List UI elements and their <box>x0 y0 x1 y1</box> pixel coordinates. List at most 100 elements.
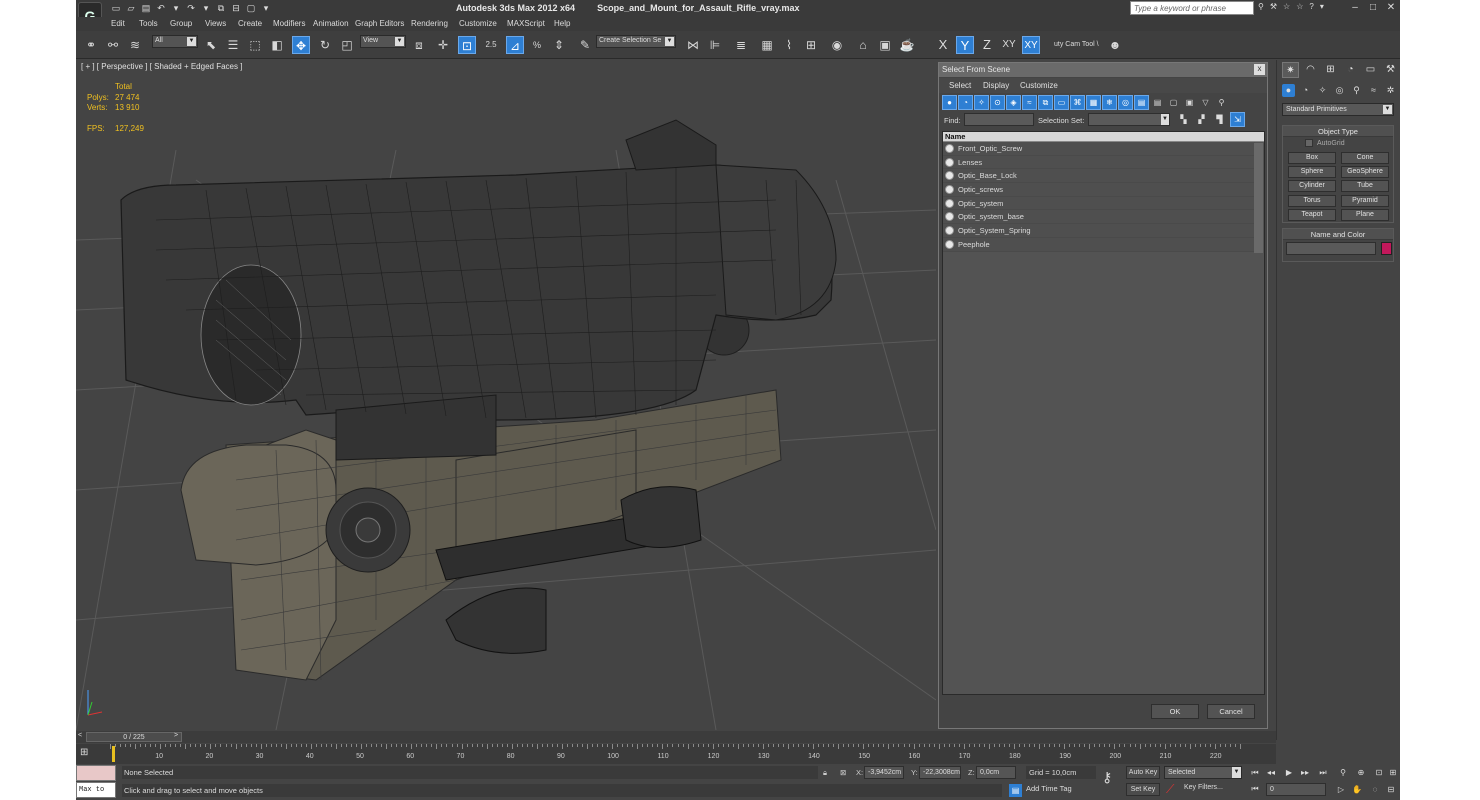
sphere-button[interactable]: Sphere <box>1288 166 1336 178</box>
set-keys-mode-icon[interactable]: ⚷ <box>1102 769 1112 786</box>
maxscript-listener-input[interactable] <box>76 765 116 781</box>
teapot-button[interactable]: Teapot <box>1288 209 1336 221</box>
current-frame-field[interactable]: 0 <box>1266 783 1326 796</box>
hierarchy-tab-icon[interactable]: ⊞ <box>1322 62 1339 78</box>
x-coordinate-field[interactable]: -3,9452cm <box>864 766 904 779</box>
mini-curve-editor-icon[interactable]: ⊞ <box>80 747 88 758</box>
filter-containers-icon[interactable]: ▦ <box>1086 95 1101 110</box>
teapot-icon[interactable]: ☻ <box>1106 36 1124 54</box>
select-by-name-icon[interactable]: ☰ <box>224 36 242 54</box>
render-production-icon[interactable]: ☕ <box>898 36 916 54</box>
key-mode-toggle-icon[interactable]: ⏮ <box>1248 783 1262 795</box>
material-editor-icon[interactable]: ◉ <box>828 36 846 54</box>
menu-maxscript[interactable]: MAXScript <box>507 19 545 28</box>
menu-customize[interactable]: Customize <box>459 19 497 28</box>
save-file-icon[interactable]: ▤ <box>140 2 152 14</box>
new-file-icon[interactable]: ▭ <box>110 2 122 14</box>
filter-all-icon[interactable]: ▤ <box>1134 95 1149 110</box>
systems-category-icon[interactable]: ✲ <box>1384 84 1397 97</box>
minimize-icon[interactable]: – <box>1346 0 1364 15</box>
fetch-icon[interactable]: ⊟ <box>230 2 242 14</box>
zoom-icon[interactable]: ⚲ <box>1336 767 1350 779</box>
maximize-icon[interactable]: □ <box>1364 0 1382 15</box>
list-item[interactable]: Optic_system_base <box>943 210 1255 225</box>
project-folder-icon[interactable]: ▢ <box>245 2 257 14</box>
graphite-toolbar-icon[interactable]: ▦ <box>758 36 776 54</box>
zoom-all-icon[interactable]: ⊕ <box>1354 767 1368 779</box>
help-icon[interactable]: ? <box>1309 2 1313 11</box>
constrain-xy-active-button[interactable]: XY <box>1022 36 1040 54</box>
layer-manager-icon[interactable]: ≣ <box>732 36 750 54</box>
find-input[interactable] <box>964 113 1034 126</box>
filter-frozen-icon[interactable]: ❄ <box>1102 95 1117 110</box>
shapes-category-icon[interactable]: ◔ <box>1299 84 1312 97</box>
menu-rendering[interactable]: Rendering <box>411 19 448 28</box>
list-header-name[interactable]: Name <box>943 132 1264 142</box>
edit-named-selection-icon[interactable]: ✎ <box>576 36 594 54</box>
track-bar[interactable]: ⊞ 10 20 30 40 50 60 70 80 90 100 110 120 130 140 150 16… <box>76 744 1276 764</box>
bind-space-warp-icon[interactable]: ≋ <box>126 36 144 54</box>
geosphere-button[interactable]: GeoSphere <box>1341 166 1389 178</box>
snap-toggle-icon[interactable]: 2.5 <box>482 36 500 54</box>
schematic-view-icon[interactable]: ⊞ <box>802 36 820 54</box>
select-none-icon[interactable]: ▢ <box>1166 95 1181 110</box>
name-and-color-header[interactable]: Name and Color <box>1283 229 1393 240</box>
filter-groups-icon[interactable]: ⧉ <box>1038 95 1053 110</box>
mirror-icon[interactable]: ⋈ <box>684 36 702 54</box>
constrain-x-button[interactable]: X <box>934 36 952 54</box>
filter-cameras-icon[interactable]: ⊙ <box>990 95 1005 110</box>
angle-snap-icon[interactable]: ⊿ <box>506 36 524 54</box>
tube-button[interactable]: Tube <box>1341 180 1389 192</box>
lights-category-icon[interactable]: ✧ <box>1316 84 1329 97</box>
select-object-icon[interactable]: ⬉ <box>202 36 220 54</box>
menu-help[interactable]: Help <box>554 19 570 28</box>
filter-funnel-icon[interactable]: ▽ <box>1198 95 1213 110</box>
plane-button[interactable]: Plane <box>1341 209 1389 221</box>
object-type-header[interactable]: Object Type <box>1283 126 1393 137</box>
undo-dropdown-icon[interactable]: ▾ <box>170 2 182 14</box>
filter-xrefs-icon[interactable]: ▭ <box>1054 95 1069 110</box>
curve-editor-icon[interactable]: ⌇ <box>780 36 798 54</box>
time-tag-icon[interactable]: ▤ <box>1009 784 1022 797</box>
keyboard-shortcut-override-icon[interactable]: ⊡ <box>458 36 476 54</box>
time-slider-prev-button[interactable]: < <box>78 732 86 742</box>
selection-set-dropdown[interactable]: ▼ <box>1088 113 1170 126</box>
select-influences-icon[interactable]: ▜ <box>1212 112 1227 127</box>
list-item[interactable]: Peephole <box>943 237 1255 252</box>
key-filters-button[interactable]: Key Filters... <box>1184 784 1223 791</box>
cam-tool-label[interactable]: uty Cam Tool \ <box>1054 41 1099 48</box>
menu-animation[interactable]: Animation <box>313 19 349 28</box>
dialog-menu-display[interactable]: Display <box>983 81 1009 90</box>
dialog-menu-customize[interactable]: Customize <box>1020 81 1058 90</box>
motion-tab-icon[interactable]: ◔ <box>1342 62 1359 78</box>
align-icon[interactable]: ⊫ <box>706 36 724 54</box>
helpers-category-icon[interactable]: ⚲ <box>1350 84 1363 97</box>
subscription-icon[interactable]: ⚒ <box>1270 2 1277 11</box>
viewport-label[interactable]: [ + ] [ Perspective ] [ Shaded + Edged F… <box>81 62 242 71</box>
key-mode-dropdown[interactable]: Selected ▼ <box>1164 766 1242 779</box>
link-icon[interactable]: ⚭ <box>82 36 100 54</box>
select-children-icon[interactable]: ▚ <box>1176 112 1191 127</box>
cylinder-button[interactable]: Cylinder <box>1288 180 1336 192</box>
select-all-icon[interactable]: ▤ <box>1150 95 1165 110</box>
select-dependents-icon[interactable]: ▞ <box>1194 112 1209 127</box>
pan-view-icon[interactable]: ✋ <box>1350 783 1364 796</box>
zoom-extents-all-icon[interactable]: ⊞ <box>1386 767 1400 779</box>
constrain-xy-button[interactable]: XY <box>1000 36 1018 54</box>
redo-icon[interactable]: ↷ <box>185 2 197 14</box>
help-search-input[interactable]: Type a keyword or phrase <box>1130 1 1254 15</box>
object-name-input[interactable] <box>1286 242 1376 255</box>
unlink-icon[interactable]: ⚯ <box>104 36 122 54</box>
filter-hidden-icon[interactable]: ◎ <box>1118 95 1133 110</box>
maxscript-mini-listener[interactable]: Max to <box>76 782 116 798</box>
field-of-view-icon[interactable]: ▷ <box>1334 783 1348 796</box>
dialog-menu-select[interactable]: Select <box>949 81 971 90</box>
communication-icon[interactable]: ☆ <box>1283 2 1290 11</box>
go-to-start-icon[interactable]: ⏮ <box>1248 767 1262 779</box>
primitive-type-dropdown[interactable]: Standard Primitives ▼ <box>1282 103 1394 116</box>
utilities-tab-icon[interactable]: ⚒ <box>1382 62 1399 78</box>
zoom-extents-icon[interactable]: ⊡ <box>1372 767 1386 779</box>
constrain-y-button[interactable]: Y <box>956 36 974 54</box>
filter-geometry-icon[interactable]: ● <box>942 95 957 110</box>
dialog-title-bar[interactable]: Select From Scene x <box>939 63 1267 77</box>
